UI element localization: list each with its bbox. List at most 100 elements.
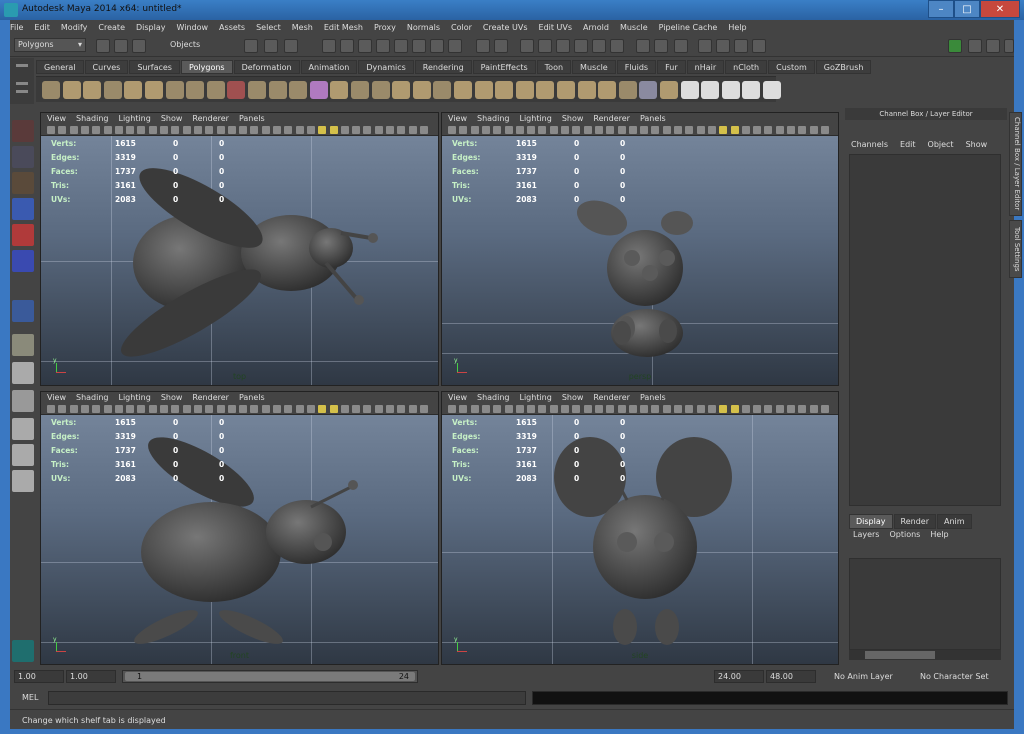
shelf-tab-custom[interactable]: Custom bbox=[768, 60, 815, 74]
fill-hole-icon[interactable] bbox=[412, 81, 431, 99]
layer-list[interactable] bbox=[849, 558, 1001, 650]
menu-muscle[interactable]: Muscle bbox=[620, 23, 648, 32]
menu-arnold[interactable]: Arnold bbox=[583, 23, 609, 32]
attribute-panel-icon[interactable] bbox=[968, 39, 982, 53]
menu-file[interactable]: File bbox=[10, 23, 23, 32]
menu-create-uvs[interactable]: Create UVs bbox=[483, 23, 528, 32]
open-scene-icon[interactable] bbox=[114, 39, 128, 53]
menu-assets[interactable]: Assets bbox=[219, 23, 245, 32]
save-scene-icon[interactable] bbox=[132, 39, 146, 53]
shelf-tab-rendering[interactable]: Rendering bbox=[414, 60, 472, 74]
input-ops-icon[interactable] bbox=[494, 39, 508, 53]
checker-4-icon[interactable] bbox=[742, 81, 761, 99]
render-settings-icon[interactable] bbox=[556, 39, 570, 53]
shelf-tab-surfaces[interactable]: Surfaces bbox=[129, 60, 180, 74]
tool-panel-icon[interactable] bbox=[986, 39, 1000, 53]
cylinder-icon[interactable] bbox=[83, 81, 102, 99]
layer-menu-options[interactable]: Options bbox=[889, 530, 920, 539]
menu-window[interactable]: Window bbox=[177, 23, 209, 32]
channel-box-list[interactable] bbox=[849, 154, 1001, 506]
rename-icon[interactable] bbox=[654, 39, 668, 53]
pipe-icon[interactable] bbox=[206, 81, 225, 99]
wedge-icon[interactable] bbox=[660, 81, 678, 99]
viewport-front[interactable]: View Shading Lighting Show Renderer Panels Ve… bbox=[40, 391, 439, 665]
combine-icon[interactable] bbox=[289, 81, 308, 99]
selection-mode-label[interactable]: Objects bbox=[170, 40, 200, 49]
outliner-icon[interactable] bbox=[752, 39, 766, 53]
menu-edit-uvs[interactable]: Edit UVs bbox=[539, 23, 573, 32]
split-icon[interactable] bbox=[474, 81, 493, 99]
shelf-tab-muscle[interactable]: Muscle bbox=[572, 60, 616, 74]
viewport-persp[interactable]: View Shading Lighting Show Renderer Panels Ve… bbox=[441, 112, 839, 386]
merge-icon[interactable] bbox=[618, 81, 637, 99]
checker-5-icon[interactable] bbox=[763, 81, 781, 99]
shelf-tab-animation[interactable]: Animation bbox=[300, 60, 358, 74]
channel-menu-show[interactable]: Show bbox=[966, 140, 988, 149]
menu-edit-mesh[interactable]: Edit Mesh bbox=[324, 23, 363, 32]
render-region-icon[interactable] bbox=[610, 39, 624, 53]
close-button[interactable]: ✕ bbox=[980, 0, 1020, 18]
prism-icon[interactable] bbox=[165, 81, 184, 99]
render-view-icon[interactable] bbox=[574, 39, 588, 53]
menu-display[interactable]: Display bbox=[136, 23, 166, 32]
shelf-side-controls[interactable] bbox=[10, 58, 34, 104]
shelf-tab-general[interactable]: General bbox=[36, 60, 84, 74]
playback-end-field[interactable]: 24.00 bbox=[714, 670, 764, 683]
attribute-editor-icon[interactable] bbox=[698, 39, 712, 53]
checker-1-icon[interactable] bbox=[680, 81, 699, 99]
select-object-icon[interactable] bbox=[264, 39, 278, 53]
insert-edge-icon[interactable] bbox=[495, 81, 514, 99]
menu-help[interactable]: Help bbox=[728, 23, 746, 32]
menu-color[interactable]: Color bbox=[451, 23, 472, 32]
sphere-icon[interactable] bbox=[42, 81, 60, 99]
helix-icon[interactable] bbox=[227, 81, 246, 99]
menu-normals[interactable]: Normals bbox=[407, 23, 440, 32]
single-perspective-layout-icon[interactable] bbox=[12, 334, 34, 356]
make-live-icon[interactable] bbox=[394, 39, 408, 53]
smooth-icon[interactable] bbox=[371, 81, 390, 99]
paint-select-icon[interactable] bbox=[12, 172, 34, 194]
shelf-tab-ncloth[interactable]: nCloth bbox=[725, 60, 768, 74]
mel-label[interactable]: MEL bbox=[22, 693, 38, 702]
hypershade-layout-icon[interactable] bbox=[12, 444, 34, 466]
shelf-tab-gozbrush[interactable]: GoZBrush bbox=[815, 60, 872, 74]
snap-surface-icon[interactable] bbox=[412, 39, 426, 53]
plane-icon[interactable] bbox=[124, 81, 143, 99]
tab-tool-settings[interactable]: Tool Settings bbox=[1009, 220, 1022, 278]
shelf-tab-deformation[interactable]: Deformation bbox=[233, 60, 300, 74]
append-icon[interactable] bbox=[454, 81, 472, 99]
tab-channel-box[interactable]: Channel Box / Layer Editor bbox=[1009, 112, 1022, 216]
history-icon[interactable] bbox=[476, 39, 490, 53]
anim-layer-label[interactable]: No Anim Layer bbox=[834, 672, 893, 681]
end-time-field[interactable]: 48.00 bbox=[766, 670, 816, 683]
snap-view-icon[interactable] bbox=[430, 39, 444, 53]
character-set-label[interactable]: No Character Set bbox=[920, 672, 989, 681]
bevel-icon[interactable] bbox=[598, 81, 617, 99]
menu-proxy[interactable]: Proxy bbox=[374, 23, 396, 32]
offset-edge-icon[interactable] bbox=[515, 81, 534, 99]
channel-box-icon[interactable] bbox=[734, 39, 748, 53]
channel-menu-object[interactable]: Object bbox=[928, 140, 954, 149]
slide-edge-icon[interactable] bbox=[536, 81, 555, 99]
bridge-icon[interactable] bbox=[577, 81, 596, 99]
soccer-ball-icon[interactable] bbox=[248, 81, 266, 99]
snap-curve-icon[interactable] bbox=[340, 39, 354, 53]
playback-start-field[interactable]: 1.00 bbox=[66, 670, 116, 683]
persp-graph-layout-icon[interactable] bbox=[12, 418, 34, 440]
poke-icon[interactable] bbox=[639, 81, 658, 99]
shelf-tab-curves[interactable]: Curves bbox=[84, 60, 129, 74]
move-tool-icon[interactable] bbox=[12, 198, 34, 220]
menu-mesh[interactable]: Mesh bbox=[292, 23, 313, 32]
viewport-side[interactable]: View Shading Lighting Show Renderer Panels Ve… bbox=[441, 391, 839, 665]
menu-set-dropdown[interactable]: Polygons bbox=[14, 38, 86, 52]
render-frame-icon[interactable] bbox=[520, 39, 534, 53]
booleans-icon[interactable] bbox=[351, 81, 369, 99]
shelf-tab-fluids[interactable]: Fluids bbox=[616, 60, 657, 74]
select-tool-icon[interactable] bbox=[12, 120, 34, 142]
snap-grid-icon[interactable] bbox=[322, 39, 336, 53]
persp-trax-layout-icon[interactable] bbox=[12, 470, 34, 492]
layer-tab-anim[interactable]: Anim bbox=[936, 514, 972, 529]
shelf-tab-polygons[interactable]: Polygons bbox=[180, 60, 233, 74]
shelf-tab-dynamics[interactable]: Dynamics bbox=[358, 60, 414, 74]
clipboard-icon[interactable] bbox=[674, 39, 688, 53]
